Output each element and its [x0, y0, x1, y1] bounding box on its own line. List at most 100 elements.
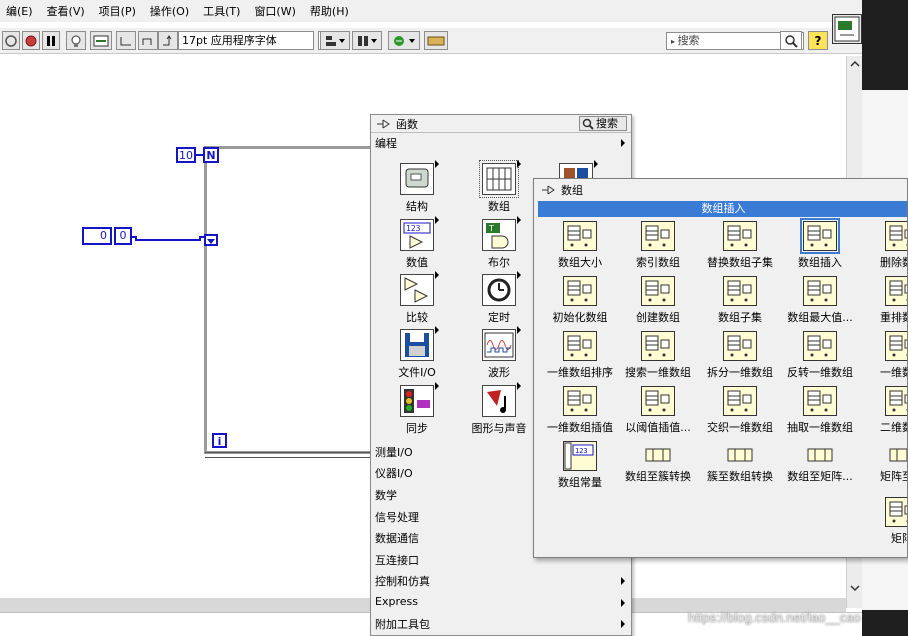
comparison-icon	[400, 271, 439, 306]
menu-window[interactable]: 窗口(W)	[248, 3, 303, 19]
align-objects-icon[interactable]	[320, 31, 350, 50]
array-fn-array-to-matrix[interactable]: 数组至矩阵...	[774, 441, 866, 484]
section-signal-processing[interactable]: 信号处理	[375, 509, 419, 525]
reorder-icon[interactable]	[388, 31, 420, 50]
cleanup-diagram-icon[interactable]	[424, 31, 448, 50]
array-fn-array-to-cluster[interactable]: 数组至簇转换	[612, 441, 704, 484]
search-placeholder: 搜索	[677, 34, 700, 47]
array-fn-delete-from-array[interactable]: 删除数组	[856, 221, 907, 270]
menu-view[interactable]: 查看(V)	[41, 3, 93, 19]
section-connectivity[interactable]: 互连接口	[375, 552, 419, 568]
font-selector[interactable]: 17pt 应用程序字体	[178, 31, 314, 50]
array-fn-matrix-to-array[interactable]: 矩阵至数	[856, 441, 907, 484]
section-addons[interactable]: 附加工具包	[375, 616, 430, 632]
step-into-icon[interactable]	[116, 31, 136, 50]
abort-icon[interactable]	[22, 31, 40, 50]
array-fn-reshape-array[interactable]: 重排数组	[856, 276, 907, 325]
array-constant-icon: 123	[563, 441, 597, 471]
array-fn-cluster-to-array[interactable]: 簇至数组转换	[694, 441, 786, 484]
delete-from-array-label: 删除数组	[880, 256, 907, 269]
step-out-icon[interactable]	[158, 31, 178, 50]
cluster-to-array-icon	[727, 447, 753, 465]
file-io-icon	[400, 326, 439, 361]
array-fn-array-max-min[interactable]: 数组最大值...	[774, 276, 866, 325]
context-help-icon[interactable]: ?	[808, 31, 828, 50]
section-instrument-io[interactable]: 仪器I/O	[375, 465, 413, 481]
menu-edit[interactable]: 编(E)	[0, 3, 41, 19]
file-io-label: 文件I/O	[398, 366, 436, 379]
graphics-sound-icon	[482, 382, 521, 417]
insert-into-array-icon	[800, 218, 840, 254]
loop-iteration-terminal[interactable]: i	[212, 433, 227, 448]
menu-help[interactable]: 帮助(H)	[304, 3, 357, 19]
insert-into-array-label: 数组插入	[798, 256, 842, 269]
category-graphics-sound[interactable]: 图形与声音	[464, 382, 534, 436]
array-fn-array-subset[interactable]: 数组子集	[694, 276, 786, 325]
array-control[interactable]: 0	[114, 227, 132, 245]
distribute-objects-icon[interactable]	[352, 31, 382, 50]
timing-label: 定时	[488, 311, 510, 324]
toolbar: 17pt 应用程序字体 ▸ 搜索 ?	[0, 28, 862, 54]
cluster-to-array-label: 簇至数组转换	[707, 470, 773, 483]
section-measurement-io[interactable]: 测量I/O	[375, 444, 413, 460]
array-fn-interleave-1d-arrays[interactable]: 交织一维数组	[694, 386, 786, 435]
retain-wire-values-icon[interactable]	[90, 31, 112, 50]
functions-palette-title: 函数	[396, 117, 418, 131]
section-express[interactable]: Express	[375, 595, 418, 608]
auto-index-tunnel[interactable]	[204, 234, 218, 246]
for-loop-structure[interactable]	[204, 146, 374, 454]
search-icon[interactable]	[780, 31, 802, 50]
menu-tools[interactable]: 工具(T)	[197, 3, 248, 19]
matrix-to-array-icon	[889, 447, 907, 465]
menu-operate[interactable]: 操作(O)	[144, 3, 197, 19]
control-simulation-arrow-icon	[621, 577, 625, 585]
index-array-icon	[641, 221, 675, 251]
array-fn-search-1d-array[interactable]: 搜索一维数组	[612, 331, 704, 380]
array-to-matrix-icon	[807, 447, 833, 465]
loop-count-terminal[interactable]: N	[203, 147, 219, 163]
array-fn-reverse-1d-array[interactable]: 反转一维数组	[774, 331, 866, 380]
array-pin-icon[interactable]	[540, 183, 558, 197]
palette-search-label: 搜索	[596, 117, 618, 130]
array-fn-rotate-1d-array[interactable]: 一维数组	[856, 331, 907, 380]
section-data-communication[interactable]: 数据通信	[375, 530, 419, 546]
array-fn-matrix[interactable]: 矩阵	[856, 497, 907, 546]
array-fn-threshold-1d-array[interactable]: 以阈值插值...	[612, 386, 704, 435]
run-continuously-icon[interactable]	[2, 31, 20, 50]
palette-search-button[interactable]: 搜索	[579, 116, 627, 131]
array-fn-index-array[interactable]: 索引数组	[612, 221, 704, 270]
array-fn-transpose-2d-array[interactable]: 二维数组	[856, 386, 907, 435]
array-fn-replace-array-subset[interactable]: 替换数组子集	[694, 221, 786, 270]
step-over-icon[interactable]	[138, 31, 158, 50]
search-1d-array-label: 搜索一维数组	[625, 366, 691, 379]
category-synchronization[interactable]: 同步	[382, 382, 452, 436]
array-fn-build-array[interactable]: 创建数组	[612, 276, 704, 325]
section-control-simulation[interactable]: 控制和仿真	[375, 573, 430, 589]
loop-count-constant[interactable]: 10	[176, 147, 196, 163]
array-subset-icon	[723, 276, 757, 306]
section-programming[interactable]: 编程	[375, 135, 397, 151]
numeric-control[interactable]: 0	[82, 227, 112, 245]
matrix-label: 矩阵	[891, 532, 907, 545]
highlight-execution-icon[interactable]	[66, 31, 86, 50]
category-array[interactable]: 数组	[464, 160, 534, 214]
pause-icon[interactable]	[42, 31, 60, 50]
numeric-icon: 123	[400, 216, 439, 251]
array-fn-split-1d-array[interactable]: 拆分一维数组	[694, 331, 786, 380]
category-structures[interactable]: 结构	[382, 160, 452, 214]
category-file-io[interactable]: 文件I/O	[382, 326, 452, 380]
hover-tooltip: 数组插入	[538, 201, 907, 217]
category-numeric[interactable]: 123 数值	[382, 216, 452, 270]
array-fn-insert-into-array[interactable]: 数组插入	[774, 218, 866, 270]
category-boolean[interactable]: T 布尔	[464, 216, 534, 270]
category-timing[interactable]: 定时	[464, 271, 534, 325]
svg-text:123: 123	[575, 447, 588, 455]
section-mathematics[interactable]: 数学	[375, 487, 397, 503]
array-fn-decimate-1d-array[interactable]: 抽取一维数组	[774, 386, 866, 435]
vi-icon[interactable]	[832, 14, 862, 44]
menu-project[interactable]: 项目(P)	[93, 3, 144, 19]
pin-icon[interactable]	[375, 117, 393, 131]
category-comparison[interactable]: 比较	[382, 271, 452, 325]
array-label: 数组	[488, 200, 510, 213]
category-waveform[interactable]: 波形	[464, 326, 534, 380]
